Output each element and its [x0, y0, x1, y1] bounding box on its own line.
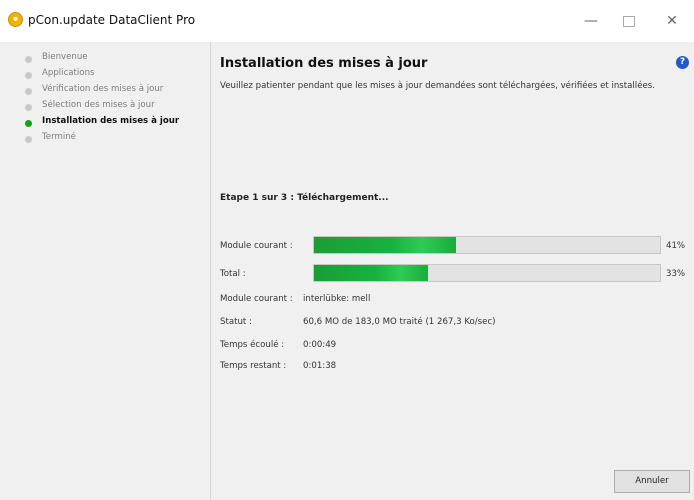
step-sidebar: Bienvenue Applications Vérification des …: [0, 42, 211, 500]
close-button[interactable]: ✕: [651, 8, 693, 34]
minimize-button[interactable]: —: [570, 8, 612, 34]
total-progress-percent: 33%: [666, 269, 686, 279]
module-detail-value: interlübke: mell: [303, 294, 371, 304]
sidebar-item-label: Vérification des mises à jour: [42, 84, 164, 94]
remaining-time-value: 0:01:38: [303, 361, 337, 371]
total-progress-fill: [314, 265, 429, 281]
sidebar-item-label: Terminé: [42, 132, 76, 142]
module-detail-label: Module courant :: [220, 294, 293, 304]
current-module-progress-bar: [313, 236, 661, 254]
step-dot-icon: [25, 136, 32, 143]
step-dot-icon: [25, 72, 32, 79]
maximize-button[interactable]: [608, 8, 650, 34]
current-module-progress-label: Module courant :: [220, 241, 293, 251]
step-dot-icon: [25, 56, 32, 63]
help-icon[interactable]: ?: [676, 56, 689, 69]
window-title: pCon.update DataClient Pro: [28, 13, 196, 27]
status-value: 60,6 MO de 183,0 MO traité (1 267,3 Ko/s…: [303, 317, 496, 327]
status-label: Statut :: [220, 317, 252, 327]
sidebar-item-label: Installation des mises à jour: [42, 116, 180, 126]
total-progress-label: Total :: [220, 269, 246, 279]
step-dot-icon: [25, 104, 32, 111]
remaining-time-label: Temps restant :: [220, 361, 287, 371]
step-dot-icon: [25, 120, 32, 127]
total-progress-bar: [313, 264, 661, 282]
elapsed-time-value: 0:00:49: [303, 340, 337, 350]
elapsed-time-label: Temps écoulé :: [220, 340, 285, 350]
step-dot-icon: [25, 88, 32, 95]
current-module-progress-fill: [314, 237, 456, 253]
window-titlebar: pCon.update DataClient Pro — ✕: [0, 0, 694, 42]
step-heading: Etape 1 sur 3 : Téléchargement...: [220, 193, 389, 203]
app-logo-icon: [8, 12, 23, 27]
sidebar-item-label: Bienvenue: [42, 52, 88, 62]
sidebar-item-label: Sélection des mises à jour: [42, 100, 155, 110]
page-subtitle: Veuillez patienter pendant que les mises…: [220, 81, 655, 91]
cancel-button[interactable]: Annuler: [614, 470, 690, 493]
main-panel: Installation des mises à jour ? Veuillez…: [211, 42, 694, 500]
maximize-icon: [623, 15, 635, 27]
page-title: Installation des mises à jour: [220, 56, 428, 71]
current-module-progress-percent: 41%: [666, 241, 686, 251]
sidebar-item-label: Applications: [42, 68, 95, 78]
